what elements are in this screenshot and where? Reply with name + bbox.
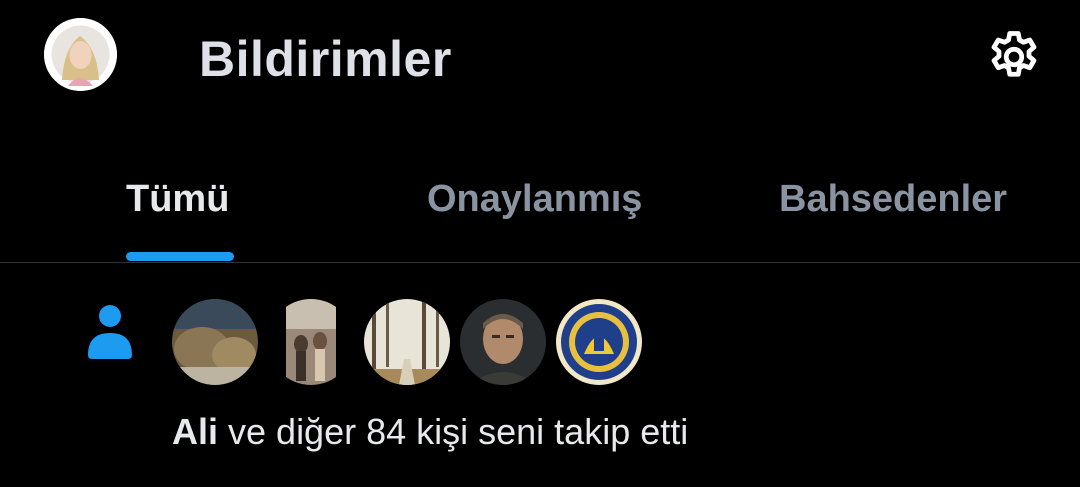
follow-notification[interactable]: Ali ve diğer 84 kişi seni takip etti — [0, 263, 1080, 487]
follower-avatar-3[interactable] — [364, 299, 450, 385]
tab-verified[interactable]: Onaylanmış — [427, 178, 642, 221]
top-bar: Bildirimler — [0, 0, 1080, 120]
follower-avatar-1[interactable] — [172, 299, 258, 385]
active-tab-indicator — [126, 252, 234, 261]
follower-avatar-2[interactable] — [268, 299, 354, 385]
profile-avatar[interactable] — [44, 18, 117, 91]
page-title: Bildirimler — [199, 31, 452, 87]
follower-avatar-4[interactable] — [460, 299, 546, 385]
notification-text: Ali ve diğer 84 kişi seni takip etti — [172, 411, 688, 453]
actor-name: Ali — [172, 411, 219, 452]
person-icon — [86, 303, 134, 359]
tab-all[interactable]: Tümü — [126, 178, 229, 221]
follower-avatar-5[interactable] — [556, 299, 642, 385]
gear-icon[interactable] — [984, 27, 1044, 87]
notification-tabs: Tümü Onaylanmış Bahsedenler — [0, 168, 1080, 263]
tab-mentions[interactable]: Bahsedenler — [779, 178, 1007, 221]
notification-message: ve diğer 84 kişi seni takip etti — [218, 411, 689, 452]
